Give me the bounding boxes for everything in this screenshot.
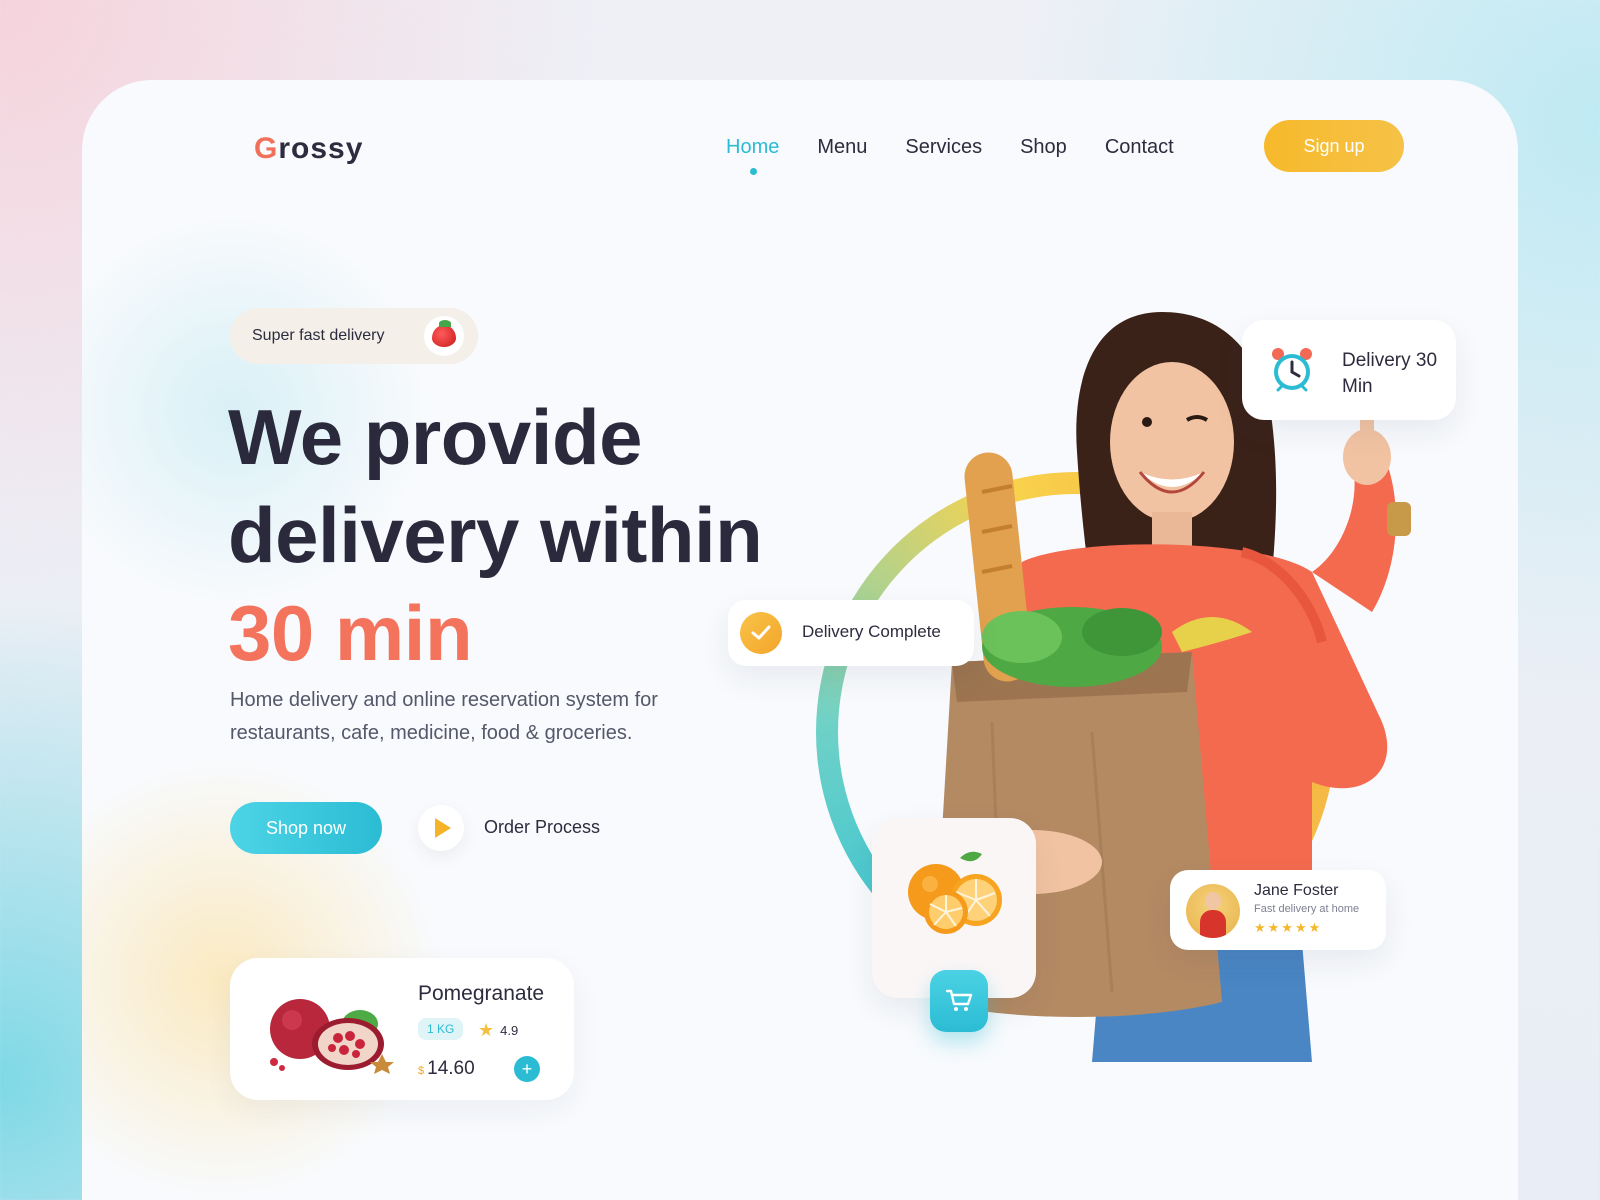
- rating-stars: ★★★★★: [1254, 920, 1323, 935]
- nav-shop[interactable]: Shop: [1020, 136, 1067, 159]
- add-to-cart-button[interactable]: +: [514, 1056, 540, 1082]
- signup-button[interactable]: Sign up: [1264, 120, 1404, 172]
- delivery-complete-card: Delivery Complete: [728, 600, 974, 666]
- reviewer-name: Jane Foster: [1254, 882, 1339, 899]
- check-icon: [740, 612, 782, 654]
- star-icon: ★: [478, 1020, 495, 1040]
- product-card[interactable]: Pomegranate 1 KG ★ 4.9 $14.60 +: [230, 958, 574, 1100]
- pomegranate-image: [270, 999, 394, 1074]
- headline-line2: delivery within: [228, 491, 763, 579]
- hero-description: Home delivery and online reservation sys…: [230, 689, 658, 744]
- avatar: [1186, 884, 1240, 938]
- nav-menu[interactable]: Menu: [817, 136, 867, 159]
- delivery-time-label: Delivery 30 Min: [1342, 350, 1438, 397]
- cart-icon: [945, 989, 973, 1011]
- headline-line1: We provide: [228, 393, 642, 481]
- badge-label: Super fast delivery: [252, 327, 385, 344]
- review-text: Fast delivery at home: [1254, 903, 1360, 915]
- main-nav: Home Menu Services Shop Contact: [726, 136, 1174, 175]
- hero-headline: We provide delivery within 30 min: [228, 388, 763, 682]
- nav-contact[interactable]: Contact: [1105, 136, 1174, 159]
- currency-symbol: $: [418, 1065, 425, 1077]
- delivery-complete-label: Delivery Complete: [802, 622, 941, 641]
- product-rating: ★ 4.9: [478, 1020, 518, 1041]
- fast-delivery-badge: Super fast delivery: [230, 308, 478, 364]
- cart-button[interactable]: [930, 970, 988, 1032]
- headline-accent: 30 min: [228, 589, 473, 677]
- price-value: 14.60: [427, 1058, 475, 1079]
- product-rating-value: 4.9: [500, 1023, 519, 1038]
- strawberry-icon: [424, 316, 464, 356]
- nav-home[interactable]: Home: [726, 136, 779, 175]
- product-name: Pomegranate: [418, 982, 545, 1005]
- logo[interactable]: Grossy: [254, 132, 363, 166]
- alarm-clock-icon: [1272, 348, 1312, 392]
- logo-text: rossy: [278, 132, 364, 165]
- play-icon[interactable]: [418, 805, 464, 851]
- product-price: $14.60: [418, 1058, 475, 1080]
- shop-now-button[interactable]: Shop now: [230, 802, 382, 854]
- nav-services[interactable]: Services: [905, 136, 982, 159]
- delivery-time-card: Delivery 30 Min: [1242, 320, 1456, 420]
- review-card: Jane Foster Fast delivery at home ★★★★★: [1170, 870, 1386, 950]
- main-card: Grossy Home Menu Services Shop Contact S…: [82, 80, 1518, 1200]
- logo-initial: G: [254, 132, 279, 165]
- order-process-link[interactable]: Order Process: [484, 817, 600, 838]
- product-unit-badge: 1 KG: [418, 1018, 464, 1040]
- orange-image: [908, 851, 1002, 934]
